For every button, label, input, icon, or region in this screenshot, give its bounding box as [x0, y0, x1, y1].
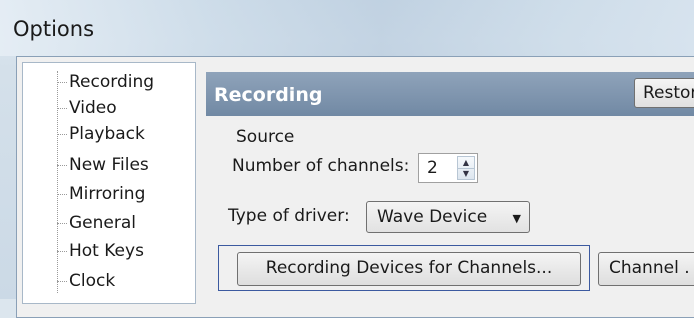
panel-title: Recording — [214, 84, 323, 106]
tree-item-label: New Files — [69, 155, 149, 175]
options-tree: Recording Video Playback New Files Mirro… — [22, 62, 196, 304]
window-title: Options — [13, 17, 95, 41]
source-group-label: Source — [236, 127, 295, 147]
tree-dash — [57, 250, 67, 252]
chevron-down-icon[interactable]: ▼ — [458, 168, 474, 179]
tree-item-label: Hot Keys — [69, 241, 144, 261]
channels-label: Number of channels: — [232, 156, 410, 176]
tree-item-label: Playback — [69, 124, 145, 144]
restore-button[interactable]: Restor — [634, 78, 694, 108]
tree-item-label: Clock — [69, 271, 116, 291]
driver-label: Type of driver: — [228, 206, 350, 226]
tree-dash — [57, 222, 67, 224]
tree-item-mirroring[interactable]: Mirroring — [57, 183, 145, 205]
channel-button[interactable]: Channel . — [598, 252, 694, 286]
tree-item-label: Recording — [69, 72, 155, 92]
panel-header: Recording Restor — [206, 72, 694, 116]
tree-dash — [57, 133, 67, 135]
tree-item-clock[interactable]: Clock — [57, 270, 115, 292]
tree-item-new-files[interactable]: New Files — [57, 154, 149, 176]
tree-item-playback[interactable]: Playback — [57, 123, 145, 145]
tree-item-recording[interactable]: Recording — [57, 71, 154, 93]
tree-dash — [57, 164, 67, 166]
channels-value[interactable]: 2 — [427, 158, 438, 178]
spinner: ▲ ▼ — [457, 156, 475, 180]
tree-item-hot-keys[interactable]: Hot Keys — [57, 240, 144, 262]
tree-item-video[interactable]: Video — [57, 97, 117, 119]
title-bar[interactable]: Options — [0, 0, 694, 56]
tree-dash — [57, 107, 67, 109]
tree-item-label: General — [69, 213, 136, 233]
driver-select[interactable]: Wave Device ▼ — [366, 201, 530, 233]
tree-item-general[interactable]: General — [57, 212, 136, 234]
recording-devices-button[interactable]: Recording Devices for Channels... — [237, 252, 581, 286]
recording-panel: Recording Restor Source Number of channe… — [200, 62, 694, 302]
dropdown-arrow-icon: ▼ — [512, 212, 521, 225]
tree-dash — [57, 81, 67, 83]
channels-stepper[interactable]: 2 ▲ ▼ — [418, 153, 478, 183]
options-window: Options Recording Video Playback New Fil… — [0, 0, 694, 318]
tree-dash — [57, 193, 67, 195]
tree-item-label: Video — [69, 98, 117, 118]
tree-dash — [57, 280, 67, 282]
tree-item-label: Mirroring — [69, 184, 146, 204]
driver-select-value: Wave Device — [377, 207, 488, 227]
